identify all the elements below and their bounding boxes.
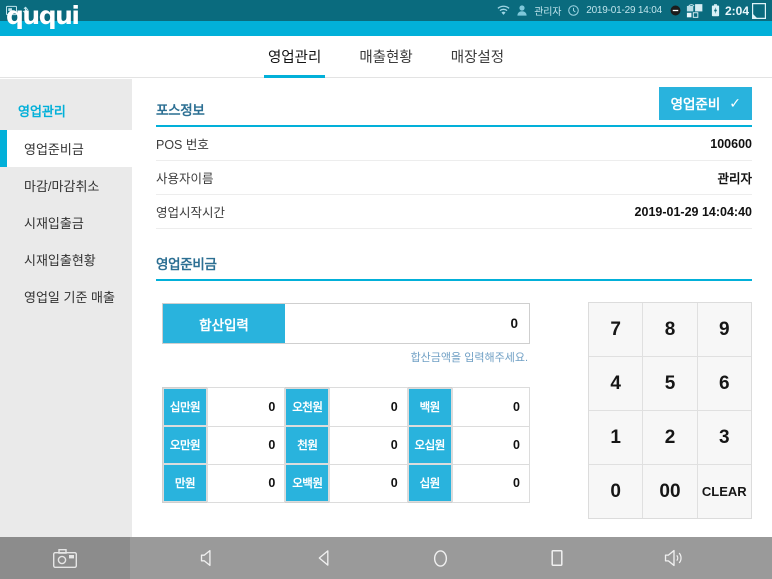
- volume-up-icon[interactable]: [654, 537, 694, 579]
- check-icon: ✓: [729, 95, 741, 111]
- denom-value-100000[interactable]: 0: [206, 387, 286, 427]
- keypad-key-clear[interactable]: CLEAR: [697, 465, 751, 518]
- nav-buttons-group: [130, 537, 772, 579]
- pos-info-row-username: 사용자이름 관리자: [156, 161, 752, 195]
- camera-icon[interactable]: [0, 537, 130, 579]
- username-label: 사용자이름: [156, 172, 214, 186]
- denom-key-1000[interactable]: 천원: [285, 426, 330, 464]
- sidebar-item-closing[interactable]: 마감/마감취소: [0, 167, 132, 204]
- tab-store-settings[interactable]: 매장설정: [447, 36, 508, 78]
- recents-icon[interactable]: [537, 537, 577, 579]
- opening-cash-panels: 합산입력 0 합산금액을 입력해주세요. 십만원 0 오천원 0 백원 0 오만…: [156, 302, 752, 519]
- note-icon: [752, 2, 766, 19]
- sidebar-title: 영업관리: [18, 104, 66, 119]
- pos-number-value: 100600: [710, 136, 752, 151]
- app-logo: ququi: [6, 1, 80, 30]
- wifi-icon: [497, 5, 510, 16]
- pos-app-window: 관리자 2019-01-29 14:04 2:04 ququi 영업관리 매출현…: [0, 0, 772, 579]
- sum-input-row: 합산입력 0: [162, 303, 530, 344]
- denom-key-100[interactable]: 백원: [407, 388, 452, 426]
- sidebar: 영업관리 영업준비금 마감/마감취소 시재입출금 시재입출현황 영업일 기준 매…: [0, 79, 132, 537]
- start-time-label: 영업시작시간: [156, 206, 226, 220]
- sidebar-item-cash-inout[interactable]: 시재입출금: [0, 204, 132, 241]
- status-bar-datetime: 2019-01-29 14:04: [586, 5, 662, 16]
- keypad-key-3[interactable]: 3: [697, 411, 751, 464]
- battery-icon: [711, 4, 720, 17]
- denom-value-50[interactable]: 0: [451, 425, 531, 465]
- denom-key-10[interactable]: 십원: [407, 464, 452, 502]
- sum-input-field[interactable]: 0: [285, 304, 529, 343]
- keypad-key-7[interactable]: 7: [589, 303, 643, 356]
- opening-cash-title: 영업준비금: [156, 257, 217, 272]
- denom-key-50[interactable]: 오십원: [407, 426, 452, 464]
- home-icon[interactable]: [421, 537, 461, 579]
- sidebar-item-opening-cash[interactable]: 영업준비금: [0, 130, 132, 167]
- volume-down-icon[interactable]: [188, 537, 228, 579]
- table-row: 오만원 0 천원 0 오십원 0: [163, 425, 531, 465]
- keypad-key-9[interactable]: 9: [697, 303, 751, 356]
- denom-value-500[interactable]: 0: [329, 463, 408, 503]
- business-ready-button[interactable]: 영업준비 ✓: [658, 87, 752, 120]
- sum-input-hint: 합산금액을 입력해주세요.: [410, 352, 528, 364]
- keypad-key-00[interactable]: 00: [643, 465, 697, 518]
- denom-key-5000[interactable]: 오천원: [285, 388, 330, 426]
- pos-info-section-header: 포스정보 영업준비 ✓: [156, 87, 752, 127]
- keypad-key-0[interactable]: 0: [589, 465, 643, 518]
- status-bar-time: 2:04: [724, 3, 749, 18]
- pos-info-title: 포스정보: [156, 103, 205, 118]
- denom-key-500[interactable]: 오백원: [285, 464, 330, 502]
- user-icon: [517, 5, 527, 16]
- table-row: 십만원 0 오천원 0 백원 0: [163, 387, 531, 427]
- sum-input-button[interactable]: 합산입력: [163, 304, 285, 343]
- business-ready-label: 영업준비: [670, 97, 721, 112]
- sidebar-item-cash-inout-status[interactable]: 시재입출현황: [0, 241, 132, 278]
- table-row: 만원 0 오백원 0 십원 0: [163, 463, 531, 503]
- status-bar-center: 관리자 2019-01-29 14:04: [120, 3, 670, 18]
- keypad-key-5[interactable]: 5: [643, 357, 697, 410]
- denom-value-50000[interactable]: 0: [206, 425, 286, 465]
- tab-sales-status[interactable]: 매출현황: [355, 36, 416, 78]
- status-bar-right-icons: 2:04: [670, 2, 772, 19]
- denom-value-10[interactable]: 0: [451, 463, 531, 503]
- keypad-key-2[interactable]: 2: [643, 411, 697, 464]
- status-bar-username: 관리자: [534, 7, 562, 18]
- denom-value-10000[interactable]: 0: [206, 463, 286, 503]
- app-header-bar: [0, 21, 772, 36]
- android-status-bar: 관리자 2019-01-29 14:04 2:04: [0, 0, 772, 21]
- start-time-value: 2019-01-29 14:04:40: [634, 204, 752, 219]
- numeric-keypad: 7 8 9 4 5 6 1 2 3 0 00 CLEAR: [588, 302, 752, 519]
- denom-value-5000[interactable]: 0: [329, 387, 408, 427]
- pos-info-row-number: POS 번호 100600: [156, 127, 752, 161]
- back-icon[interactable]: [305, 537, 345, 579]
- pos-number-label: POS 번호: [156, 138, 209, 152]
- keypad-key-1[interactable]: 1: [589, 411, 643, 464]
- sidebar-item-daily-sales[interactable]: 영업일 기준 매출: [0, 278, 132, 315]
- clock-icon: [568, 5, 579, 16]
- android-navigation-bar: [0, 537, 772, 579]
- denom-key-10000[interactable]: 만원: [163, 464, 207, 502]
- main-tab-bar: 영업관리 매출현황 매장설정: [0, 36, 772, 78]
- tab-sales-management[interactable]: 영업관리: [263, 36, 326, 78]
- denom-value-1000[interactable]: 0: [329, 425, 408, 465]
- denomination-table: 십만원 0 오천원 0 백원 0 오만원 0 천원 0 오십원 0 만원 0 오…: [162, 387, 531, 503]
- remove-circle-icon: [670, 5, 681, 16]
- main-content: 포스정보 영업준비 ✓ POS 번호 100600 사용자이름 관리자 영업시작…: [132, 79, 772, 537]
- denom-key-50000[interactable]: 오만원: [163, 426, 207, 464]
- denom-key-100000[interactable]: 십만원: [163, 388, 207, 426]
- keypad-key-6[interactable]: 6: [697, 357, 751, 410]
- keypad-key-8[interactable]: 8: [643, 303, 697, 356]
- opening-cash-left-panel: 합산입력 0 합산금액을 입력해주세요. 십만원 0 오천원 0 백원 0 오만…: [156, 303, 531, 519]
- username-value: 관리자: [717, 172, 752, 186]
- apps-icon: [686, 3, 706, 18]
- opening-cash-section-header: 영업준비금: [156, 253, 752, 281]
- pos-info-row-start-time: 영업시작시간 2019-01-29 14:04:40: [156, 195, 752, 229]
- denom-value-100[interactable]: 0: [451, 387, 531, 427]
- keypad-key-4[interactable]: 4: [589, 357, 643, 410]
